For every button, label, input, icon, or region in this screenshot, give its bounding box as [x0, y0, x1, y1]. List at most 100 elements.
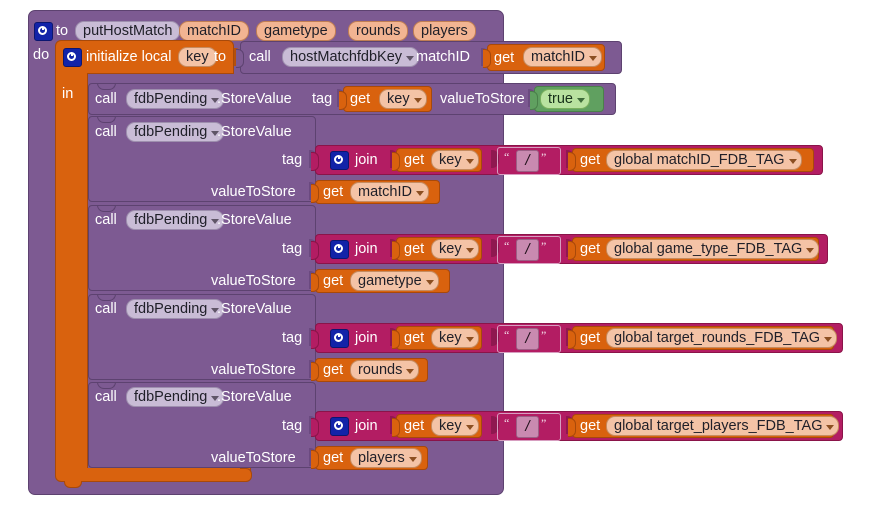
chevron-down-icon[interactable] [824, 337, 833, 342]
local-var-name-field[interactable]: key [178, 47, 217, 67]
chevron-down-icon[interactable] [806, 248, 815, 253]
initialize-local-label: initialize local [86, 49, 172, 65]
get-block-plug [392, 418, 400, 437]
get-variable-field[interactable]: gametype [350, 271, 439, 291]
component-field[interactable]: fdbPending [126, 122, 225, 142]
valuetostore-label: valueToStore [211, 362, 296, 378]
get-variable-field[interactable]: matchID [350, 182, 429, 202]
get-block-plug [392, 241, 400, 260]
gear-icon[interactable] [63, 48, 82, 67]
chevron-down-icon[interactable] [413, 98, 422, 103]
chevron-down-icon[interactable] [408, 457, 417, 462]
orange-foot-cap [240, 468, 252, 482]
get-label: get [580, 241, 601, 257]
join-block-plug [311, 418, 319, 437]
get-variable-field[interactable]: global target_rounds_FDB_TAG [606, 328, 838, 348]
close-quote: ” [541, 150, 547, 164]
gear-icon[interactable] [34, 22, 53, 41]
chevron-down-icon[interactable] [416, 191, 424, 196]
join-label: join [355, 418, 378, 434]
get-variable-field[interactable]: global target_players_FDB_TAG [606, 416, 840, 436]
matchid-arg-label: matchID [416, 49, 470, 65]
method-label: .StoreValue [217, 124, 292, 140]
join-label: join [355, 241, 378, 257]
gear-icon[interactable] [330, 151, 349, 170]
get-label: get [580, 330, 601, 346]
procedure-param-2[interactable]: rounds [348, 21, 409, 41]
valuetostore-label: valueToStore [440, 91, 525, 107]
blocks-workspace[interactable]: to putHostMatch matchID gametype rounds … [0, 0, 872, 505]
component-field[interactable]: fdbPending [126, 89, 225, 109]
call-label: call [95, 212, 117, 228]
get-label: get [323, 362, 344, 378]
procedure-param-3[interactable]: players [413, 21, 476, 41]
text-string-field[interactable]: / [516, 150, 539, 172]
chevron-down-icon[interactable] [406, 56, 415, 61]
gear-icon[interactable] [330, 240, 349, 259]
get-label: get [323, 184, 344, 200]
local-in-label: in [62, 86, 74, 102]
get-variable-field[interactable]: players [350, 448, 422, 468]
chevron-down-icon[interactable] [826, 425, 835, 430]
get-variable-field[interactable]: key [379, 89, 427, 109]
text-string-field[interactable]: / [516, 328, 539, 350]
procedure-param-1[interactable]: gametype [256, 21, 336, 41]
valuetostore-label: valueToStore [211, 273, 296, 289]
gear-icon[interactable] [330, 417, 349, 436]
text-string-field[interactable]: / [516, 416, 539, 438]
call-label: call [95, 91, 117, 107]
method-label: .StoreValue [217, 91, 292, 107]
get-label: get [323, 450, 344, 466]
call-label: call [95, 124, 117, 140]
get-variable-field[interactable]: rounds [350, 360, 420, 380]
hostmatchfdbkey-procedure-field[interactable]: hostMatchfdbKey [282, 47, 420, 67]
text-string-value: / [525, 152, 530, 169]
chevron-down-icon[interactable] [465, 337, 474, 342]
get-label: get [580, 418, 601, 434]
get-variable-field[interactable]: global matchID_FDB_TAG [606, 150, 802, 170]
local-block-bottom-notch [64, 481, 82, 488]
procedure-param-0[interactable]: matchID [179, 21, 249, 41]
text-string-field[interactable]: / [516, 239, 539, 261]
chevron-down-icon[interactable] [465, 248, 474, 253]
logic-true-field[interactable]: true [540, 89, 590, 109]
local-variable-block-foot[interactable] [55, 468, 251, 482]
get-label: get [404, 241, 425, 257]
chevron-down-icon[interactable] [589, 56, 597, 61]
local-variable-block-spine[interactable] [55, 73, 88, 469]
tag-label: tag [312, 91, 333, 107]
valuetostore-label: valueToStore [211, 450, 296, 466]
get-variable-field[interactable]: key [431, 239, 479, 259]
chevron-down-icon[interactable] [465, 159, 474, 164]
chevron-down-icon[interactable] [406, 369, 415, 374]
get-variable-field[interactable]: key [431, 416, 479, 436]
close-quote: ” [541, 328, 547, 342]
get-block-plug [483, 49, 491, 68]
get-label: get [404, 152, 425, 168]
open-quote: “ [504, 150, 510, 164]
get-block-plug [568, 241, 576, 260]
get-block-plug [568, 330, 576, 349]
get-label: get [350, 91, 371, 107]
get-variable-field[interactable]: matchID [523, 47, 602, 67]
call-label: call [249, 49, 271, 65]
call-label: call [95, 389, 117, 405]
chevron-down-icon[interactable] [465, 425, 474, 430]
get-variable-field[interactable]: key [431, 150, 479, 170]
get-variable-field[interactable]: global game_type_FDB_TAG [606, 239, 820, 259]
gear-icon[interactable] [330, 329, 349, 348]
component-field[interactable]: fdbPending [126, 387, 225, 407]
component-field[interactable]: fdbPending [126, 210, 225, 230]
chevron-down-icon[interactable] [577, 98, 585, 103]
tag-label: tag [282, 152, 303, 168]
get-block-plug [568, 152, 576, 171]
open-quote: “ [504, 328, 510, 342]
chevron-down-icon[interactable] [788, 159, 797, 164]
text-string-value: / [525, 330, 530, 347]
chevron-down-icon[interactable] [425, 280, 434, 285]
get-block-plug [568, 418, 576, 437]
logic-true-plug [530, 91, 538, 110]
component-field[interactable]: fdbPending [126, 299, 225, 319]
procedure-name-field[interactable]: putHostMatch [75, 21, 181, 41]
get-variable-field[interactable]: key [431, 328, 479, 348]
